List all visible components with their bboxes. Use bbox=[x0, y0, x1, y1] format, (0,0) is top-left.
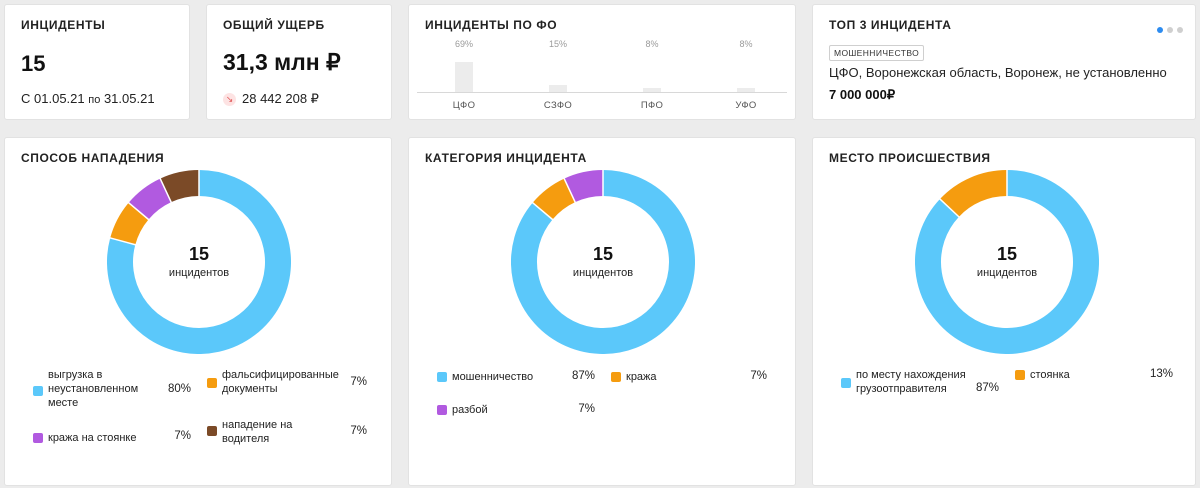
carousel-dot-3[interactable] bbox=[1177, 27, 1183, 33]
top3-card: ТОП 3 ИНЦИДЕНТА МОШЕННИЧЕСТВО ЦФО, Ворон… bbox=[812, 4, 1196, 120]
category-donut-center: 15 инцидентов bbox=[511, 244, 695, 279]
incident-type-tag: МОШЕННИЧЕСТВО bbox=[829, 45, 925, 61]
carousel-dots[interactable] bbox=[1153, 20, 1183, 38]
legend-label: мошенничество bbox=[452, 371, 534, 383]
legend-label: кража на стоянке bbox=[48, 432, 137, 444]
legend-swatch bbox=[611, 372, 621, 382]
legend-label: по месту нахождения грузоотправителя bbox=[856, 369, 966, 395]
legend-label: нападение на водителя bbox=[222, 419, 293, 445]
donut-slice[interactable] bbox=[564, 170, 604, 203]
attack-title: СПОСОБ НАПАДЕНИЯ bbox=[21, 151, 165, 165]
fo-bar-label: УФО bbox=[735, 100, 757, 111]
incident-location: ЦФО, Воронежская область, Воронеж, не ус… bbox=[829, 65, 1167, 80]
fo-bar-label: ЦФО bbox=[452, 100, 476, 111]
place-total-label: инцидентов bbox=[976, 267, 1038, 279]
legend-label: выгрузка в неустановленном месте bbox=[48, 369, 139, 409]
incidents-period: С 01.05.21 по 31.05.21 bbox=[21, 91, 155, 106]
legend-pct: 13% bbox=[1149, 368, 1173, 380]
fo-baseline bbox=[417, 92, 787, 93]
legend-label: стоянка bbox=[1030, 369, 1070, 381]
legend-pct: 7% bbox=[578, 403, 595, 415]
fo-bar[interactable] bbox=[455, 61, 473, 92]
legend-swatch bbox=[207, 378, 217, 388]
attack-total-label: инцидентов bbox=[168, 267, 230, 279]
incidents-title: ИНЦИДЕНТЫ bbox=[21, 18, 106, 32]
category-total: 15 bbox=[592, 244, 614, 264]
damage-card: ОБЩИЙ УЩЕРБ 31,3 млн ₽ ↘ 28 442 208 ₽ bbox=[206, 4, 392, 120]
incident-amount: 7 000 000₽ bbox=[829, 87, 896, 102]
legend-pct: 7% bbox=[750, 370, 767, 382]
incidents-card: ИНЦИДЕНТЫ 15 С 01.05.21 по 31.05.21 bbox=[4, 4, 190, 120]
carousel-dot-2[interactable] bbox=[1167, 27, 1173, 33]
legend-pct: 7% bbox=[350, 425, 367, 437]
fo-card: ИНЦИДЕНТЫ ПО ФО 69% ЦФО 15% СЗФО 8% ПФО 8% УФО bbox=[408, 4, 796, 120]
attack-card: СПОСОБ НАПАДЕНИЯ 15 инцидентов выгрузка … bbox=[4, 137, 392, 486]
place-donut-center: 15 инцидентов bbox=[915, 244, 1099, 279]
fo-bar-pct: 15% bbox=[548, 39, 567, 49]
damage-loss-value: 28 442 208 ₽ bbox=[242, 91, 319, 106]
period-to-label: по bbox=[88, 94, 101, 106]
legend-swatch bbox=[33, 386, 43, 396]
donut-slice[interactable] bbox=[128, 178, 172, 220]
fo-bar-pct: 8% bbox=[645, 39, 659, 49]
attack-total: 15 bbox=[188, 244, 210, 264]
legend-pct: 87% bbox=[571, 370, 595, 382]
donut-slice[interactable] bbox=[532, 178, 576, 220]
category-total-label: инцидентов bbox=[572, 267, 634, 279]
fo-bar-pct: 69% bbox=[454, 39, 473, 49]
fo-bar-label: ПФО bbox=[640, 100, 664, 111]
legend-swatch bbox=[207, 426, 217, 436]
legend-pct: 87% bbox=[975, 382, 999, 394]
attack-donut-center: 15 инцидентов bbox=[107, 244, 291, 279]
legend-label: разбой bbox=[452, 404, 488, 416]
place-total: 15 bbox=[996, 244, 1018, 264]
damage-title: ОБЩИЙ УЩЕРБ bbox=[223, 18, 325, 32]
legend-swatch bbox=[1015, 370, 1025, 380]
legend-swatch bbox=[437, 405, 447, 415]
fo-title: ИНЦИДЕНТЫ ПО ФО bbox=[425, 18, 558, 32]
incidents-value: 15 bbox=[21, 51, 46, 76]
fo-bar-label: СЗФО bbox=[543, 100, 573, 111]
fo-bar[interactable] bbox=[549, 85, 567, 92]
period-to: 31.05.21 bbox=[103, 91, 155, 106]
place-card: МЕСТО ПРОИСШЕСТВИЯ 15 инцидентов по мест… bbox=[812, 137, 1196, 486]
down-arrow-icon: ↘ bbox=[223, 93, 236, 106]
category-card: КАТЕГОРИЯ ИНЦИДЕНТА 15 инцидентов мошенн… bbox=[408, 137, 796, 486]
legend-pct: 7% bbox=[350, 376, 367, 388]
legend-swatch bbox=[437, 372, 447, 382]
donut-slice[interactable] bbox=[939, 170, 1008, 218]
damage-value: 31,3 млн ₽ bbox=[223, 49, 341, 75]
legend-swatch bbox=[841, 378, 851, 388]
category-title: КАТЕГОРИЯ ИНЦИДЕНТА bbox=[425, 151, 587, 165]
legend-pct: 7% bbox=[174, 430, 191, 442]
legend-label: кража bbox=[626, 371, 657, 383]
legend-swatch bbox=[33, 433, 43, 443]
period-from-label: С bbox=[21, 91, 31, 106]
donut-slice[interactable] bbox=[160, 170, 200, 203]
place-title: МЕСТО ПРОИСШЕСТВИЯ bbox=[829, 151, 991, 165]
fo-bar-pct: 8% bbox=[739, 39, 753, 49]
legend-pct: 80% bbox=[167, 383, 191, 395]
damage-loss: ↘ 28 442 208 ₽ bbox=[223, 91, 319, 107]
period-from: 01.05.21 bbox=[34, 91, 85, 106]
top3-title: ТОП 3 ИНЦИДЕНТА bbox=[829, 18, 952, 32]
carousel-dot-1[interactable] bbox=[1157, 27, 1163, 33]
donut-slice[interactable] bbox=[110, 202, 149, 246]
